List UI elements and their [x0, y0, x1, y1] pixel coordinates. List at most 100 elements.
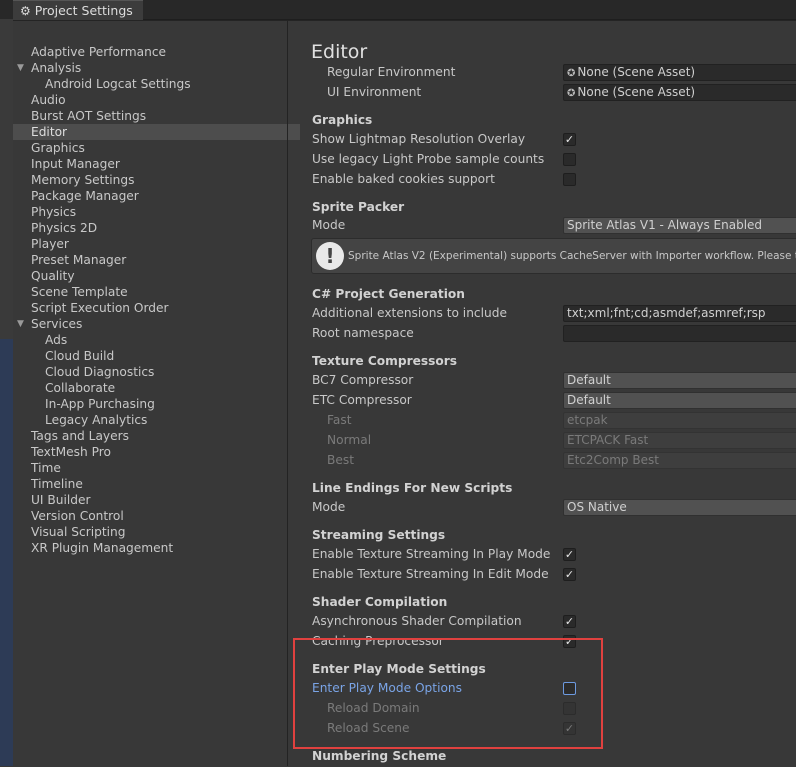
csharp-generation-header: C# Project Generation: [312, 287, 465, 301]
sidebar-item-timeline[interactable]: Timeline: [13, 476, 300, 492]
sidebar-item-audio[interactable]: Audio: [13, 92, 300, 108]
root-namespace-label: Root namespace: [312, 326, 414, 340]
sidebar-item-input-manager[interactable]: Input Manager: [13, 156, 300, 172]
scene-asset-icon: ✪: [567, 68, 576, 79]
sidebar-item-legacy-analytics[interactable]: Legacy Analytics: [13, 412, 300, 428]
streaming-play-row: Enable Texture Streaming In Play Mode ✓: [301, 545, 796, 565]
sidebar-item-cloud-build[interactable]: Cloud Build: [13, 348, 300, 364]
sprite-packer-mode-row: Mode Sprite Atlas V1 - Always Enabled: [301, 216, 796, 236]
sidebar-item-cloud-diagnostics[interactable]: Cloud Diagnostics: [13, 364, 300, 380]
expand-icon[interactable]: ▼: [17, 60, 24, 76]
sidebar-splitter[interactable]: [287, 20, 288, 766]
etc-normal-dropdown: ETCPACK Fast: [563, 432, 796, 449]
streaming-edit-checkbox[interactable]: ✓: [563, 568, 576, 581]
root-namespace-input[interactable]: [563, 325, 796, 342]
gear-icon: ⚙: [20, 3, 31, 18]
regular-environment-label: Regular Environment: [327, 65, 456, 79]
settings-sidebar: Adaptive Performance ▼ Analysis Android L…: [13, 42, 300, 767]
etc-best-label: Best: [327, 453, 354, 467]
sidebar-item-collaborate[interactable]: Collaborate: [13, 380, 300, 396]
page-title: Editor: [311, 41, 368, 63]
sidebar-item-analysis[interactable]: ▼ Analysis: [13, 60, 300, 76]
line-endings-mode-row: Mode OS Native: [301, 498, 796, 518]
sidebar-item-version-control[interactable]: Version Control: [13, 508, 300, 524]
ui-environment-field[interactable]: ✪ None (Scene Asset): [563, 84, 796, 101]
extensions-input[interactable]: txt;xml;fnt;cd;asmdef;asmref;rsp: [563, 305, 796, 322]
etc-row: ETC Compressor Default: [301, 391, 796, 411]
line-endings-mode-dropdown[interactable]: OS Native: [563, 499, 796, 516]
etc-fast-label: Fast: [327, 413, 352, 427]
sidebar-item-player[interactable]: Player: [13, 236, 300, 252]
etc-dropdown[interactable]: Default: [563, 392, 796, 409]
etc-fast-dropdown: etcpak: [563, 412, 796, 429]
tab-project-settings[interactable]: ⚙ Project Settings: [13, 0, 143, 20]
numbering-scheme-header: Numbering Scheme: [312, 749, 447, 763]
regular-environment-field[interactable]: ✪ None (Scene Asset): [563, 64, 796, 81]
sidebar-item-editor[interactable]: Editor: [13, 124, 300, 140]
sidebar-item-graphics[interactable]: Graphics: [13, 140, 300, 156]
sidebar-item-android-logcat[interactable]: Android Logcat Settings: [13, 76, 300, 92]
sidebar-item-package-manager[interactable]: Package Manager: [13, 188, 300, 204]
lightmap-overlay-checkbox[interactable]: ✓: [563, 133, 576, 146]
baked-cookies-checkbox[interactable]: [563, 173, 576, 186]
async-shader-label: Asynchronous Shader Compilation: [312, 614, 522, 628]
expand-icon[interactable]: ▼: [17, 316, 24, 332]
etc-label: ETC Compressor: [312, 393, 412, 407]
baked-cookies-row: Enable baked cookies support: [301, 170, 796, 190]
sidebar-item-burst-aot[interactable]: Burst AOT Settings: [13, 108, 300, 124]
sidebar-item-physics[interactable]: Physics: [13, 204, 300, 220]
sprite-packer-mode-dropdown[interactable]: Sprite Atlas V1 - Always Enabled: [563, 217, 796, 234]
sidebar-item-scene-template[interactable]: Scene Template: [13, 284, 300, 300]
sprite-atlas-help-text: Sprite Atlas V2 (Experimental) supports …: [348, 250, 796, 262]
streaming-edit-label: Enable Texture Streaming In Edit Mode: [312, 567, 549, 581]
texture-compressors-header: Texture Compressors: [312, 354, 458, 368]
sidebar-item-time[interactable]: Time: [13, 460, 300, 476]
streaming-play-checkbox[interactable]: ✓: [563, 548, 576, 561]
tab-title: Project Settings: [34, 3, 133, 18]
shader-compilation-header: Shader Compilation: [312, 595, 448, 609]
bc7-row: BC7 Compressor Default: [301, 371, 796, 391]
baked-cookies-label: Enable baked cookies support: [312, 172, 495, 186]
extensions-row: Additional extensions to include txt;xml…: [301, 304, 796, 324]
sidebar-item-script-execution-order[interactable]: Script Execution Order: [13, 300, 300, 316]
sidebar-item-textmesh-pro[interactable]: TextMesh Pro: [13, 444, 300, 460]
etc-best-dropdown: Etc2Comp Best: [563, 452, 796, 469]
sprite-packer-mode-label: Mode: [312, 218, 346, 232]
streaming-play-label: Enable Texture Streaming In Play Mode: [312, 547, 551, 561]
line-endings-header: Line Endings For New Scripts: [312, 481, 513, 495]
sprite-atlas-help-box: ! Sprite Atlas V2 (Experimental) support…: [311, 238, 796, 274]
graphics-header: Graphics: [312, 113, 373, 127]
sidebar-item-physics-2d[interactable]: Physics 2D: [13, 220, 300, 236]
sidebar-item-memory-settings[interactable]: Memory Settings: [13, 172, 300, 188]
ui-environment-label: UI Environment: [327, 85, 422, 99]
sidebar-item-preset-manager[interactable]: Preset Manager: [13, 252, 300, 268]
async-shader-row: Asynchronous Shader Compilation ✓: [301, 612, 796, 632]
root-namespace-row: Root namespace: [301, 324, 796, 344]
tab-bar: ⚙ Project Settings: [0, 0, 796, 20]
line-endings-mode-label: Mode: [312, 500, 346, 514]
sidebar-item-in-app-purchasing[interactable]: In-App Purchasing: [13, 396, 300, 412]
streaming-edit-row: Enable Texture Streaming In Edit Mode ✓: [301, 565, 796, 585]
sidebar-item-services[interactable]: ▼ Services: [13, 316, 300, 332]
sidebar-item-quality[interactable]: Quality: [13, 268, 300, 284]
sidebar-item-visual-scripting[interactable]: Visual Scripting: [13, 524, 300, 540]
legacy-probe-checkbox[interactable]: [563, 153, 576, 166]
sidebar-item-tags-and-layers[interactable]: Tags and Layers: [13, 428, 300, 444]
warning-icon: !: [316, 242, 344, 270]
bc7-dropdown[interactable]: Default: [563, 372, 796, 389]
sidebar-item-xr-plugin-management[interactable]: XR Plugin Management: [13, 540, 300, 556]
sidebar-item-ui-builder[interactable]: UI Builder: [13, 492, 300, 508]
bc7-label: BC7 Compressor: [312, 373, 414, 387]
streaming-header: Streaming Settings: [312, 528, 446, 542]
legacy-probe-row: Use legacy Light Probe sample counts: [301, 150, 796, 170]
sprite-packer-header: Sprite Packer: [312, 200, 405, 214]
etc-fast-row: Fast etcpak: [301, 411, 796, 431]
sidebar-item-ads[interactable]: Ads: [13, 332, 300, 348]
lightmap-overlay-label: Show Lightmap Resolution Overlay: [312, 132, 526, 146]
sidebar-item-adaptive-performance[interactable]: Adaptive Performance: [13, 44, 300, 60]
ui-environment-row: UI Environment ✪ None (Scene Asset): [301, 83, 796, 103]
legacy-probe-label: Use legacy Light Probe sample counts: [312, 152, 545, 166]
async-shader-checkbox[interactable]: ✓: [563, 615, 576, 628]
regular-environment-row: Regular Environment ✪ None (Scene Asset): [301, 63, 796, 83]
scene-asset-icon: ✪: [567, 88, 576, 99]
